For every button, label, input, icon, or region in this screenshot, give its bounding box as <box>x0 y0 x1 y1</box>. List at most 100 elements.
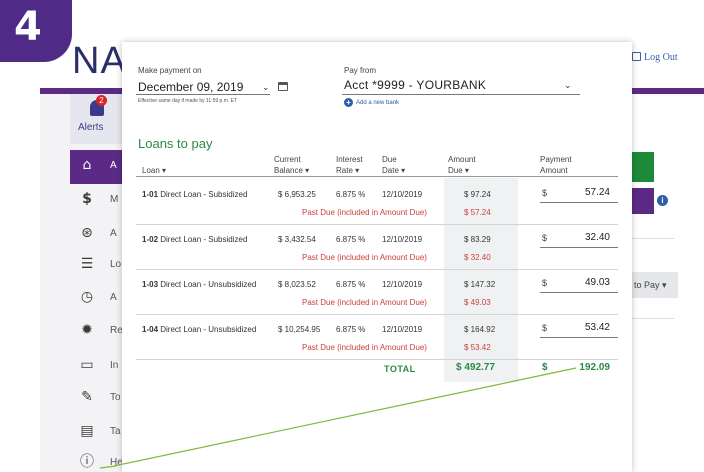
payment-amount-input[interactable]: 32.40 <box>550 232 610 243</box>
sidebar-item-label: He <box>110 457 123 468</box>
sidebar-item-label: In <box>110 360 119 371</box>
row-divider <box>136 224 618 225</box>
loan-due-date: 12/10/2019 <box>382 190 423 199</box>
past-due-amount: $ 57.24 <box>464 208 491 217</box>
loan-amount-due: $ 147.32 <box>464 280 496 289</box>
pay-from-label: Pay from <box>344 66 377 75</box>
calendar-icon[interactable] <box>278 82 288 91</box>
logout-icon <box>632 52 641 61</box>
total-label: TOTAL <box>384 364 416 374</box>
alerts-label: Alerts <box>78 122 104 133</box>
alerts-badge: 2 <box>96 95 107 106</box>
payment-amount-input[interactable]: 57.24 <box>550 187 610 198</box>
row-divider <box>136 359 618 360</box>
chevron-down-icon[interactable]: ⌄ <box>262 83 270 93</box>
inbox-icon: ▭ <box>80 357 94 373</box>
past-due-note: Past Due (included in Amount Due) <box>302 253 427 262</box>
past-due-amount: $ 49.03 <box>464 298 491 307</box>
plus-icon: + <box>344 98 353 107</box>
dollar-sign: $ <box>542 188 548 198</box>
col-loan[interactable]: Loan ▾ <box>142 165 166 176</box>
loan-rate: 6.875 % <box>336 235 366 244</box>
logout-link[interactable]: Log Out <box>632 52 678 63</box>
payment-underline <box>540 247 618 248</box>
past-due-amount: $ 32.40 <box>464 253 491 262</box>
divider <box>632 238 674 239</box>
account-underline <box>342 94 580 95</box>
total-amount-due: $ 492.77 <box>456 362 495 373</box>
loans-heading: Loans to pay <box>138 136 213 151</box>
past-due-note: Past Due (included in Amount Due) <box>302 208 427 217</box>
document-icon: ▤ <box>80 423 94 439</box>
payment-underline <box>540 292 618 293</box>
home-icon: ⌂ <box>82 157 92 173</box>
col-due-date[interactable]: Due Date ▾ <box>382 154 405 176</box>
loan-name: 1-03 Direct Loan - Unsubsidized <box>142 280 257 289</box>
dollar-sign: $ <box>542 233 548 243</box>
loan-balance: $ 8,023.52 <box>278 280 316 289</box>
sidebar-item-label: Lo <box>110 259 122 270</box>
divider <box>632 318 674 319</box>
dollar-icon: $ <box>82 191 92 207</box>
dollar-sign: $ <box>542 323 548 333</box>
past-due-note: Past Due (included in Amount Due) <box>302 298 427 307</box>
loan-due-date: 12/10/2019 <box>382 325 423 334</box>
col-current-balance[interactable]: Current Balance ▾ <box>274 154 309 176</box>
chevron-down-icon[interactable]: ⌄ <box>564 81 572 91</box>
payment-modal: Make payment on December 09, 2019 ⌄ Effe… <box>122 42 632 472</box>
col-interest-rate[interactable]: Interest Rate ▾ <box>336 154 363 176</box>
list-icon: ☰ <box>80 256 94 272</box>
col-payment-amount: Payment Amount <box>540 155 572 175</box>
sidebar-item-label: Ta <box>110 426 121 437</box>
col-amount-due[interactable]: Amount Due ▾ <box>448 154 476 176</box>
row-divider <box>136 314 618 315</box>
sidebar-item-label: M <box>110 194 119 205</box>
loan-due-date: 12/10/2019 <box>382 280 423 289</box>
date-underline <box>136 94 270 95</box>
sidebar-item-label: A <box>110 228 117 239</box>
sidebar-item-label: A <box>110 160 117 171</box>
autopay-icon: ⊛ <box>81 225 93 241</box>
bg-purple-button[interactable] <box>632 188 654 214</box>
sidebar-item-label: Re <box>110 325 123 336</box>
dollar-sign: $ <box>542 278 548 288</box>
payment-amount-input[interactable]: 53.42 <box>550 322 610 333</box>
sort-down-icon: ▾ <box>464 166 469 175</box>
dollar-sign: $ <box>542 362 548 373</box>
wrench-icon: ✎ <box>81 389 93 405</box>
sidebar-item-label: A <box>110 292 117 303</box>
header-divider <box>136 176 618 177</box>
bg-to-pay-button[interactable]: to Pay ▾ <box>632 272 678 298</box>
effective-note: Effective same day if made by 11:59 p.m.… <box>138 98 238 104</box>
loan-due-date: 12/10/2019 <box>382 235 423 244</box>
payment-underline <box>540 202 618 203</box>
add-bank-link[interactable]: + Add a new bank <box>344 98 399 107</box>
info-icon[interactable]: i <box>657 195 668 206</box>
step-badge: 4 <box>0 0 72 62</box>
pay-from-select[interactable]: Acct *9999 - YOURBANK <box>344 78 486 92</box>
past-due-amount: $ 53.42 <box>464 343 491 352</box>
loan-rate: 6.875 % <box>336 190 366 199</box>
sidebar-item-label: To <box>110 392 121 403</box>
loan-name: 1-02 Direct Loan - Subsidized <box>142 235 248 244</box>
clock-icon: ◷ <box>80 289 94 305</box>
payment-amount-input[interactable]: 49.03 <box>550 277 610 288</box>
payment-date-select[interactable]: December 09, 2019 <box>138 80 243 94</box>
payment-on-label: Make payment on <box>138 66 202 75</box>
total-payment: 192.09 <box>579 362 610 373</box>
loan-rate: 6.875 % <box>336 325 366 334</box>
sort-down-icon: ▾ <box>401 166 406 175</box>
loan-balance: $ 10,254.95 <box>278 325 321 334</box>
loan-name: 1-04 Direct Loan - Unsubsidized <box>142 325 257 334</box>
help-icon: ⓘ <box>80 454 94 470</box>
past-due-note: Past Due (included in Amount Due) <box>302 343 427 352</box>
loan-amount-due: $ 164.92 <box>464 325 496 334</box>
row-divider <box>136 269 618 270</box>
sort-down-icon: ▾ <box>355 166 360 175</box>
loan-amount-due: $ 83.29 <box>464 235 491 244</box>
payment-underline <box>540 337 618 338</box>
sort-down-icon: ▾ <box>162 166 167 175</box>
loan-rate: 6.875 % <box>336 280 366 289</box>
bg-green-button[interactable] <box>632 152 654 182</box>
gear-icon: ✹ <box>81 322 93 338</box>
